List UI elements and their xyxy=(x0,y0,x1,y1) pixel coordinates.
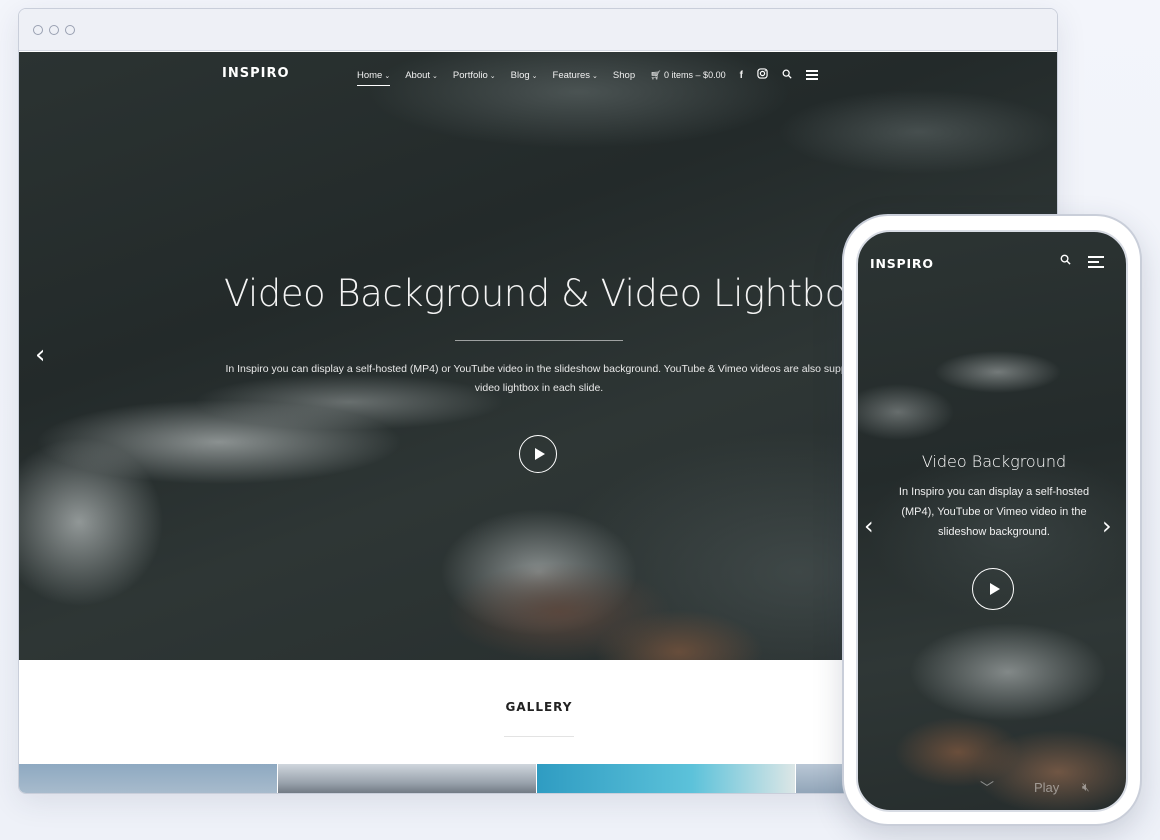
window-close-dot[interactable] xyxy=(33,24,43,35)
mobile-site-logo[interactable]: INSPIRO xyxy=(870,256,934,271)
menu-item-shop[interactable]: Shop xyxy=(613,70,635,81)
chevron-down-icon: ⌄ xyxy=(384,72,391,80)
chevron-down-icon: ⌄ xyxy=(531,72,538,80)
site-logo[interactable]: INSPIRO xyxy=(222,66,290,81)
gallery-thumbnail[interactable] xyxy=(278,764,536,793)
hero-description: In Inspiro you can display a self-hosted… xyxy=(225,363,853,394)
play-label[interactable]: Play xyxy=(1034,780,1059,795)
chevron-down-icon: ⌄ xyxy=(432,72,438,80)
cart-icon: 🛒︎ xyxy=(650,69,665,80)
menu-item-features[interactable]: Features ⌄ xyxy=(553,70,598,81)
chevron-left-icon[interactable]: ‹ xyxy=(35,340,45,370)
gallery-thumbnail[interactable] xyxy=(537,764,795,793)
window-minimize-dot[interactable] xyxy=(49,24,59,35)
menu-item-blog[interactable]: Blog ⌄ xyxy=(511,70,538,81)
mobile-slide-description: In Inspiro you can display a self-hosted… xyxy=(898,486,1090,538)
gallery-thumbnail[interactable] xyxy=(19,764,277,793)
mobile-hero-slideshow: INSPIRO ‹ › Video Background In Inspiro … xyxy=(856,230,1128,812)
play-icon xyxy=(534,448,545,460)
chevron-down-icon: ⌄ xyxy=(592,72,598,80)
window-maximize-dot[interactable] xyxy=(65,24,75,35)
mute-icon[interactable]: 🔇︎ xyxy=(1082,780,1090,795)
search-icon[interactable] xyxy=(1060,254,1071,268)
chevron-left-icon[interactable]: ‹ xyxy=(864,512,874,540)
play-icon xyxy=(989,583,1000,595)
site-header: INSPIRO Home ⌄ About ⌄ Portfolio ⌄ Blog ⌄ Fe… xyxy=(19,52,1057,96)
chevron-down-icon[interactable]: ﹀ xyxy=(980,778,994,798)
menu-item-portfolio[interactable]: Portfolio ⌄ xyxy=(453,70,496,81)
browser-title-bar xyxy=(19,9,1057,51)
play-button[interactable] xyxy=(972,568,1014,610)
cart-link[interactable]: 🛒︎ 0 items – $0.00 xyxy=(650,70,725,81)
chevron-right-icon[interactable]: › xyxy=(1102,512,1112,540)
menu-item-home[interactable]: Home ⌄ xyxy=(357,70,391,86)
gallery-divider xyxy=(504,736,574,737)
chevron-down-icon: ⌄ xyxy=(489,72,496,80)
instagram-icon[interactable] xyxy=(757,68,768,82)
main-menu: Home ⌄ About ⌄ Portfolio ⌄ Blog ⌄ Features ⌄ … xyxy=(357,68,818,86)
mobile-device-frame: INSPIRO ‹ › Video Background In Inspiro … xyxy=(842,214,1142,826)
play-button[interactable] xyxy=(519,435,557,473)
mobile-slide-title: Video Background xyxy=(921,452,1067,471)
hero-divider xyxy=(455,340,623,341)
hamburger-menu-icon[interactable] xyxy=(805,68,818,82)
hero-title: Video Background & Video Lightbox xyxy=(224,272,867,315)
search-icon[interactable] xyxy=(782,69,792,82)
facebook-icon[interactable]: f xyxy=(740,70,743,81)
menu-item-about[interactable]: About ⌄ xyxy=(405,70,438,81)
hamburger-menu-icon[interactable] xyxy=(1088,256,1104,271)
